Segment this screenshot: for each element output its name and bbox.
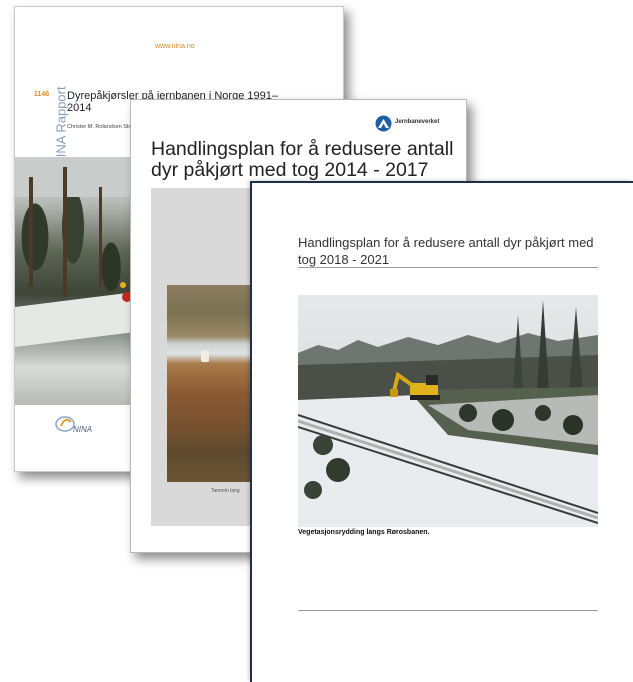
jernbaneverket-logo-icon bbox=[375, 115, 392, 132]
forest-machine-photo bbox=[15, 157, 135, 405]
footer-divider bbox=[298, 610, 598, 611]
photo-caption: Vegetasjonsrydding langs Rørosbanen. bbox=[298, 529, 430, 536]
handlingsplan-2018-cover: Handlingsplan for å redusere antall dyr … bbox=[250, 181, 633, 682]
brand-name: Jernbaneverket bbox=[395, 119, 440, 125]
photo-caption: Tamrein lang bbox=[211, 488, 240, 494]
plan-title: Handlingsplan for å redusere antall dyr … bbox=[298, 235, 594, 267]
reindeer-figure bbox=[201, 350, 209, 362]
reindeer-photo bbox=[167, 285, 257, 482]
nina-logo-text: NINA bbox=[73, 425, 93, 434]
vegetation-clearing-photo bbox=[298, 295, 598, 527]
plan-title: Handlingsplan for å redusere antall dyr … bbox=[151, 138, 454, 181]
report-url: www.nina.no bbox=[155, 43, 195, 50]
title-divider bbox=[298, 267, 598, 268]
report-number: 1146 bbox=[34, 91, 50, 98]
